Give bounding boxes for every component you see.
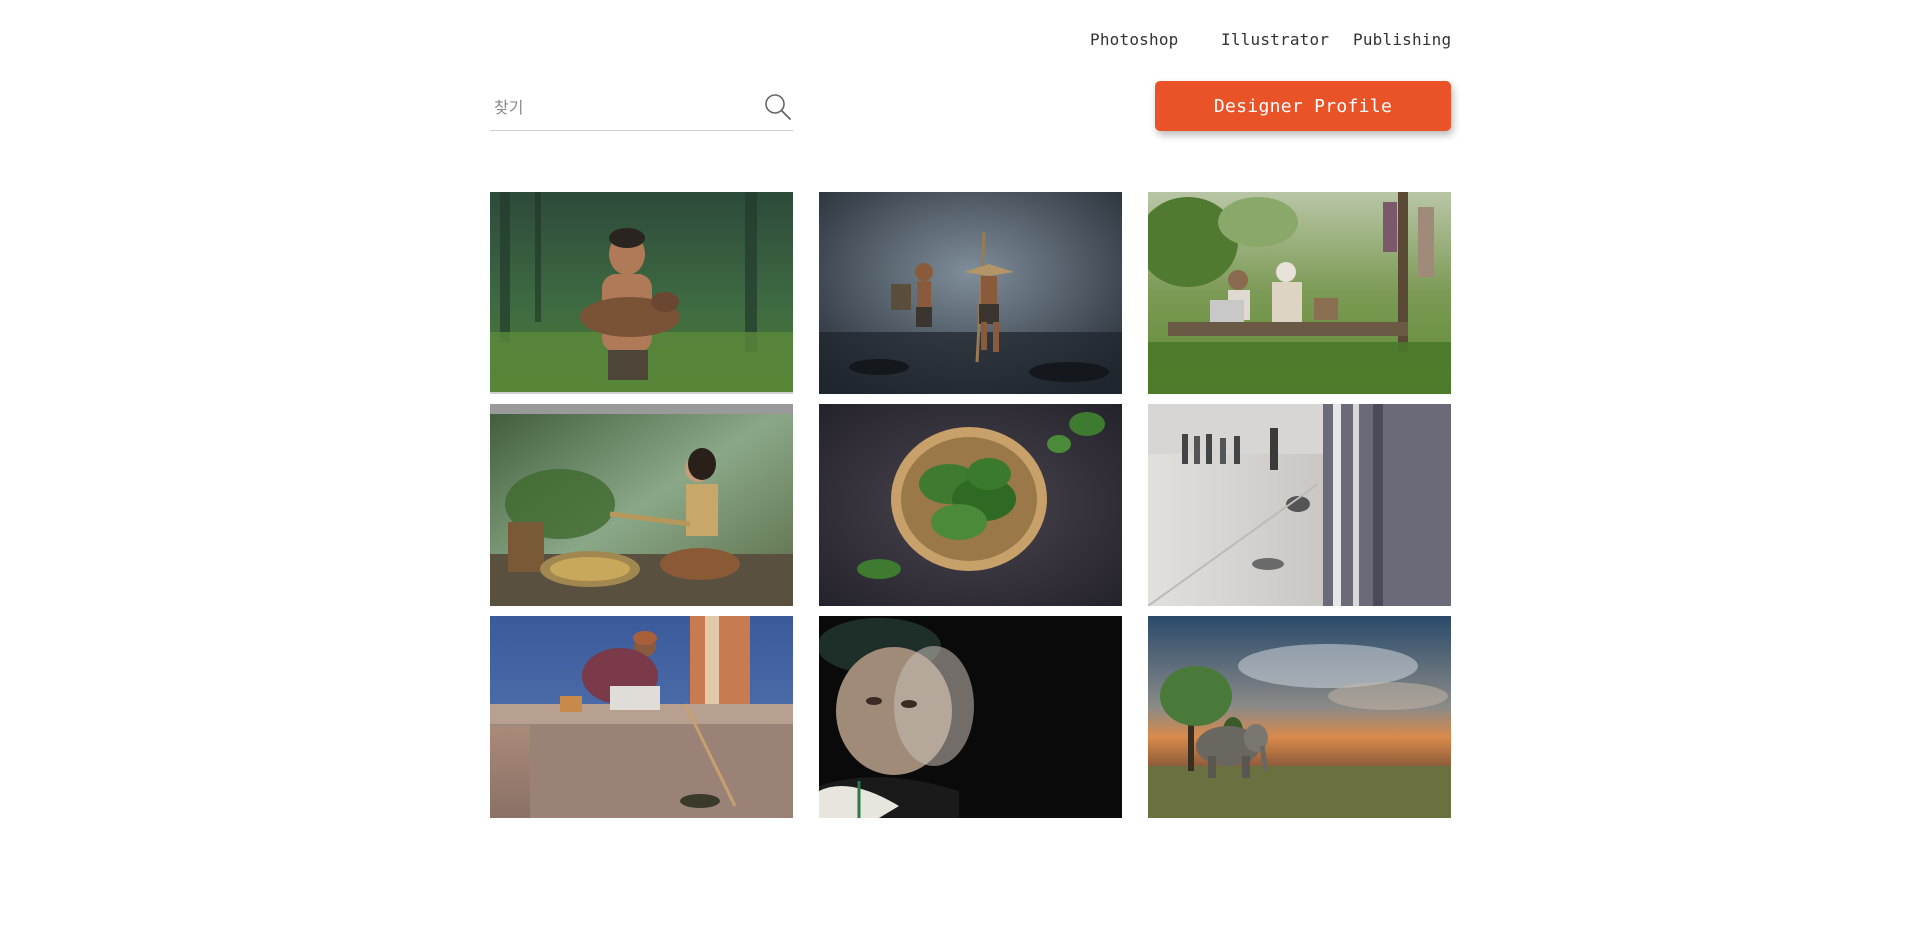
gallery-photo-child-and-grandmother[interactable] (1148, 192, 1451, 394)
nav-link-photoshop[interactable]: Photoshop (1090, 30, 1179, 49)
gallery-photo-old-man-on-step[interactable] (490, 616, 793, 818)
nav-link-illustrator[interactable]: Illustrator (1221, 30, 1329, 49)
designer-profile-button[interactable]: Designer Profile (1155, 81, 1451, 131)
nav-link-publishing[interactable]: Publishing (1353, 30, 1451, 49)
page: Photoshop Illustrator Publishing Designe… (0, 0, 1919, 928)
gallery-photo-woman-winnowing[interactable] (490, 404, 793, 606)
gallery-photo-boys-fishing[interactable] (819, 192, 1122, 394)
search-bar (490, 88, 793, 131)
search-input[interactable] (494, 90, 744, 124)
photo-gallery (490, 192, 1451, 818)
gallery-photo-elderly-woman[interactable] (819, 616, 1122, 818)
gallery-photo-boy-with-goat[interactable] (490, 192, 793, 394)
gallery-photo-spinach-bowl[interactable] (819, 404, 1122, 606)
gallery-photo-street-beggars[interactable] (1148, 404, 1451, 606)
top-nav: Photoshop Illustrator Publishing (0, 30, 1451, 54)
gallery-photo-elephant-sunset[interactable] (1148, 616, 1451, 818)
search-icon[interactable] (763, 92, 793, 122)
